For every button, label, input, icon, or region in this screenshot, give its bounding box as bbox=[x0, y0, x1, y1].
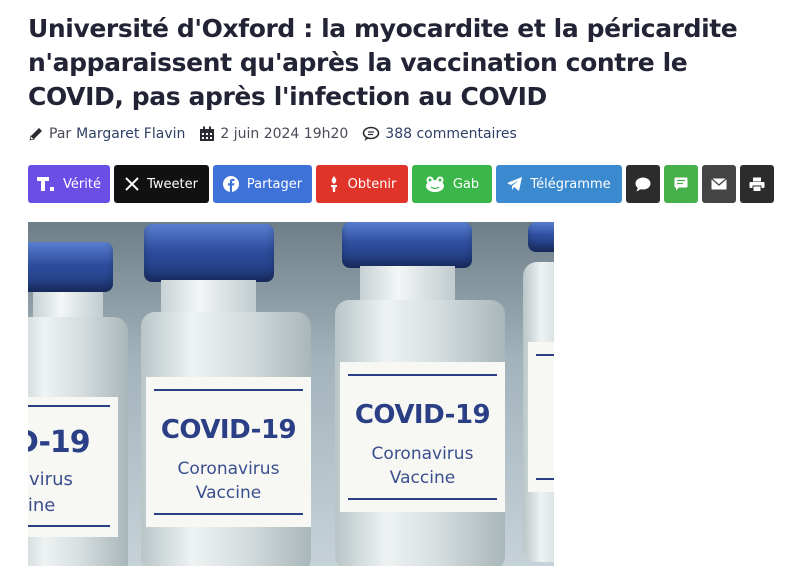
vial-left-main-text: D-19 bbox=[28, 425, 91, 460]
share-facebook-button[interactable]: Partager bbox=[213, 165, 312, 203]
share-print-button[interactable] bbox=[740, 165, 774, 203]
vial-center: COVID-19 Coronavirus Vaccine bbox=[136, 222, 326, 566]
share-comment-button[interactable] bbox=[626, 165, 660, 203]
article-meta: Par Margaret Flavin 2 juin 2024 19h20 38… bbox=[28, 124, 517, 144]
facebook-icon bbox=[222, 176, 239, 192]
sms-icon bbox=[674, 177, 688, 191]
vial-right-main-text: COVID-19 bbox=[354, 400, 491, 430]
comment-icon bbox=[362, 126, 380, 142]
pencil-icon bbox=[28, 126, 44, 142]
author-link[interactable]: Margaret Flavin bbox=[76, 126, 185, 142]
telegram-icon bbox=[507, 177, 523, 191]
share-gab-button[interactable]: Gab bbox=[412, 165, 492, 203]
share-facebook-label: Partager bbox=[246, 176, 303, 192]
share-email-button[interactable] bbox=[702, 165, 736, 203]
vial-far-right bbox=[518, 222, 554, 566]
print-icon bbox=[749, 177, 765, 192]
article-image-vaccine-vials: D-19 avirus cine COVID-19 Coronavirus Va… bbox=[28, 222, 554, 566]
vial-center-main-text: COVID-19 bbox=[160, 415, 297, 445]
vial-center-line2: Vaccine bbox=[195, 483, 262, 503]
calendar-icon bbox=[199, 126, 215, 142]
vial-right: COVID-19 Coronavirus Vaccine bbox=[320, 222, 520, 566]
share-twitter-button[interactable]: Tweeter bbox=[114, 165, 209, 203]
share-twitter-label: Tweeter bbox=[147, 176, 198, 192]
vial-right-line1: Coronavirus bbox=[371, 444, 474, 464]
comments-link[interactable]: 388 commentaires bbox=[385, 126, 517, 142]
truth-social-icon bbox=[37, 176, 55, 192]
x-icon bbox=[125, 177, 139, 191]
article-title: Université d'Oxford : la myocardite et l… bbox=[28, 14, 738, 111]
vial-left-line1: avirus bbox=[28, 469, 73, 490]
share-truth-button[interactable]: Vérité bbox=[28, 165, 110, 203]
share-bar: Vérité Tweeter Partager Obtenir Gab Télé… bbox=[28, 165, 774, 203]
share-telegram-label: Télégramme bbox=[530, 176, 611, 192]
gettr-icon bbox=[328, 176, 340, 192]
vial-left-line2: cine bbox=[28, 495, 56, 516]
share-gettr-button[interactable]: Obtenir bbox=[316, 165, 408, 203]
vial-center-line1: Coronavirus bbox=[177, 459, 280, 479]
share-sms-button[interactable] bbox=[664, 165, 698, 203]
publish-date: 2 juin 2024 19h20 bbox=[220, 126, 349, 142]
share-telegram-button[interactable]: Télégramme bbox=[496, 165, 622, 203]
vial-right-line2: Vaccine bbox=[389, 468, 456, 488]
gab-icon bbox=[425, 176, 445, 192]
share-truth-label: Vérité bbox=[63, 176, 101, 192]
share-gab-label: Gab bbox=[452, 176, 480, 192]
speech-bubble-icon bbox=[635, 177, 651, 192]
email-icon bbox=[711, 178, 727, 190]
byline-prefix: Par bbox=[49, 126, 72, 142]
share-gettr-label: Obtenir bbox=[347, 176, 397, 192]
